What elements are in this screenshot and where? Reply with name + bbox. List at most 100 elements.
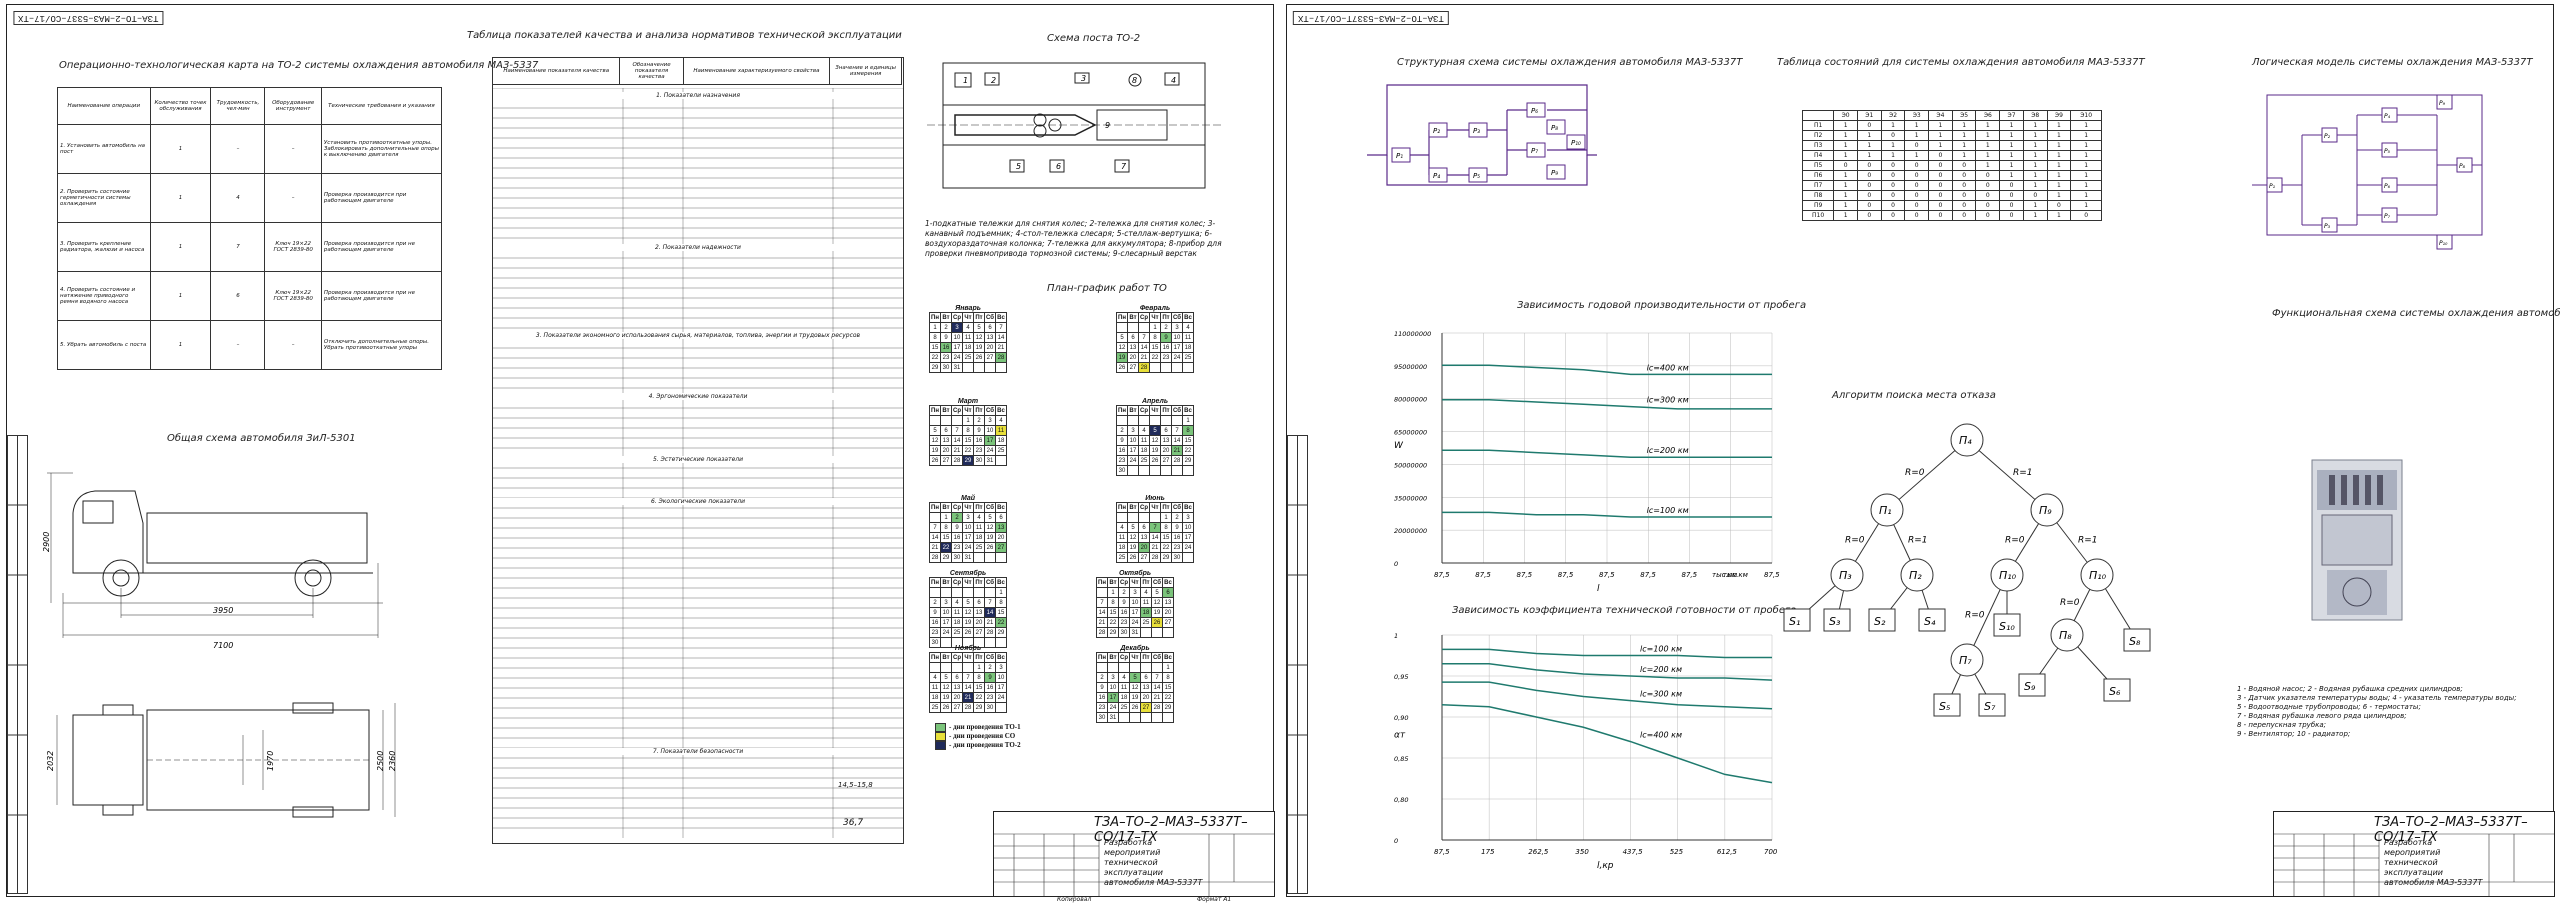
op-cell: Проверка производится при работающем дви…: [320, 173, 443, 223]
edge-label: R=1: [2013, 468, 2033, 478]
calendar-day: [1149, 362, 1161, 373]
calendar-day: [1160, 415, 1172, 426]
op-cell: Установить противооткатные упоры. Заблок…: [320, 124, 443, 174]
calendar-day: 20: [940, 445, 952, 456]
state-cell: 1: [2046, 120, 2072, 131]
calendar-day: 10: [951, 332, 963, 343]
state-col-header: Э7: [1999, 110, 2024, 121]
decision-node: П₁₀: [2080, 558, 2114, 592]
calendar-day: [962, 587, 974, 598]
state-cell: П5: [1801, 160, 1835, 171]
svg-text:P₁: P₁: [2269, 183, 2276, 190]
calendar-day: 30: [1096, 712, 1108, 723]
state-cell: 1: [1999, 140, 2024, 151]
functional-legend-item: 1 - Водяной насос; 2 - Водяная рубашка с…: [2237, 685, 2463, 693]
state-cell: 1: [1928, 130, 1953, 141]
op-row: 3. Проверить крепление радиатора, жалюзи…: [57, 222, 443, 272]
series-label: lc=100 км: [1640, 645, 1682, 654]
y-tick-label: 95000000: [1394, 363, 1427, 371]
state-cell: 1: [2022, 120, 2048, 131]
state-table-title: Таблица состояний для системы охлаждения…: [1777, 57, 2145, 68]
calendar-day: 3: [962, 512, 974, 523]
calendar-month: Май Пн Вт Ср Чт Пт Сб Вс 1 2 3 4 5 6 7 8 9 10 11 12 13 14 15 16…: [929, 495, 1007, 563]
calendar-day: 8: [973, 672, 985, 683]
calendar-day: [1118, 712, 1130, 723]
svg-text:S₆: S₆: [2109, 685, 2121, 698]
width2-dim: 2360: [388, 751, 397, 771]
state-cell: 1: [1833, 210, 1858, 221]
logic-node: P₉: [2436, 94, 2453, 110]
op-cell: –: [210, 124, 266, 174]
calendar-day: 22: [973, 692, 985, 703]
weekday-label: Сб: [984, 577, 996, 588]
calendar-day: 4: [929, 672, 941, 683]
state-cell: 1: [1999, 120, 2024, 131]
month-name: Март: [957, 398, 979, 405]
calendar-day: 2: [1160, 322, 1172, 333]
calendar-month: Апрель Пн Вт Ср Чт Пт Сб Вс 1 2 3 4 5 6 7 8 9 10 11 12 13 14 1…: [1116, 398, 1194, 476]
state-cell: 0: [1928, 210, 1953, 221]
state-cell: 1: [1951, 140, 1977, 151]
month-name: Октябрь: [1118, 570, 1152, 577]
y-tick-label: 0,90: [1394, 714, 1408, 722]
svg-text:P₁₀: P₁₀: [2439, 240, 2448, 247]
state-row: П5 0 0 0 0 0 0 1 1 1 1 1: [1801, 160, 2102, 171]
chart2-title: Зависимость коэффициента технической гот…: [1452, 605, 1797, 616]
decision-node: П₈: [2050, 618, 2084, 652]
month-name: Ноябрь: [954, 645, 982, 652]
calendar-day: 24: [984, 445, 996, 456]
weekday-label: Пт: [1160, 312, 1172, 323]
state-cell: 0: [1928, 190, 1953, 201]
drawing-sheet-2: ТЗА–ТО–2–МАЗ–5337Т–СО/17–ТХ Структурная …: [1286, 4, 2560, 897]
calendar-day: [929, 587, 941, 598]
state-row: П6 1 0 0 0 0 0 0 1 1 1 1: [1801, 170, 2102, 181]
state-cell: 0: [1904, 140, 1930, 151]
state-leaf: S₅: [1933, 693, 1961, 717]
weekday-label: Чт: [962, 312, 974, 323]
length-dim: 7100: [213, 641, 233, 650]
calendar-day: 17: [984, 435, 996, 446]
calendar-day: 5: [1149, 425, 1161, 436]
calendar-day: 5: [929, 425, 941, 436]
decision-node: П₁₀: [1990, 558, 2024, 592]
calendar-day: 29: [962, 455, 974, 466]
calendar-day: 9: [951, 522, 963, 533]
calendar-day: 4: [951, 597, 963, 608]
calendar-day: 21: [984, 617, 996, 628]
structural-node: P₁₀: [1566, 134, 1586, 150]
calendar-day: 24: [1182, 542, 1194, 553]
state-cell: 0: [1880, 200, 1906, 211]
svg-text:S₉: S₉: [2024, 680, 2036, 693]
series-label: lc=200 км: [1640, 665, 1682, 674]
weekday-label: Сб: [1151, 577, 1163, 588]
title-block-name: Разработка мероприятий технической экспл…: [1104, 838, 1203, 887]
calendar-day: [1151, 627, 1163, 638]
state-cell: 0: [1951, 170, 1977, 181]
state-cell: 0: [1904, 210, 1930, 221]
weekday-label: Пт: [1160, 502, 1172, 513]
calendar-day: 26: [1116, 362, 1128, 373]
svg-text:S₅: S₅: [1939, 700, 1950, 713]
month-name: Январь: [955, 305, 981, 312]
calendar-day: 1: [973, 662, 985, 673]
calendar-day: [984, 362, 996, 373]
calendar-day: 28: [929, 552, 941, 563]
svg-text:П₁: П₁: [1879, 504, 1892, 517]
truck-top-view: 2032 1970 2500 2360: [46, 702, 397, 818]
calendar-day: 9: [1171, 522, 1183, 533]
calendar-day: [1129, 662, 1141, 673]
weekday-label: Ср: [1138, 405, 1150, 416]
calendar-day: 18: [951, 617, 963, 628]
op-cell: 1: [149, 320, 212, 370]
state-cell: 0: [1904, 200, 1930, 211]
edge-label: R=0: [1845, 536, 1865, 546]
state-cell: 1: [2046, 180, 2072, 191]
calendar-day: 10: [962, 522, 974, 533]
structural-scheme: P₁ P₂ P₃ P₄ P₅ P₆ P₇ P₈ P₉ P₁₀: [1367, 84, 1597, 186]
calendar-day: 5: [1151, 587, 1163, 598]
calendar-day: 5: [940, 672, 952, 683]
calendar-day: 4: [1138, 425, 1150, 436]
quality-section: 3. Показатели экономного использования с…: [493, 332, 903, 339]
calendar-day: 24: [1171, 352, 1183, 363]
calendar-day: 17: [1107, 692, 1119, 703]
